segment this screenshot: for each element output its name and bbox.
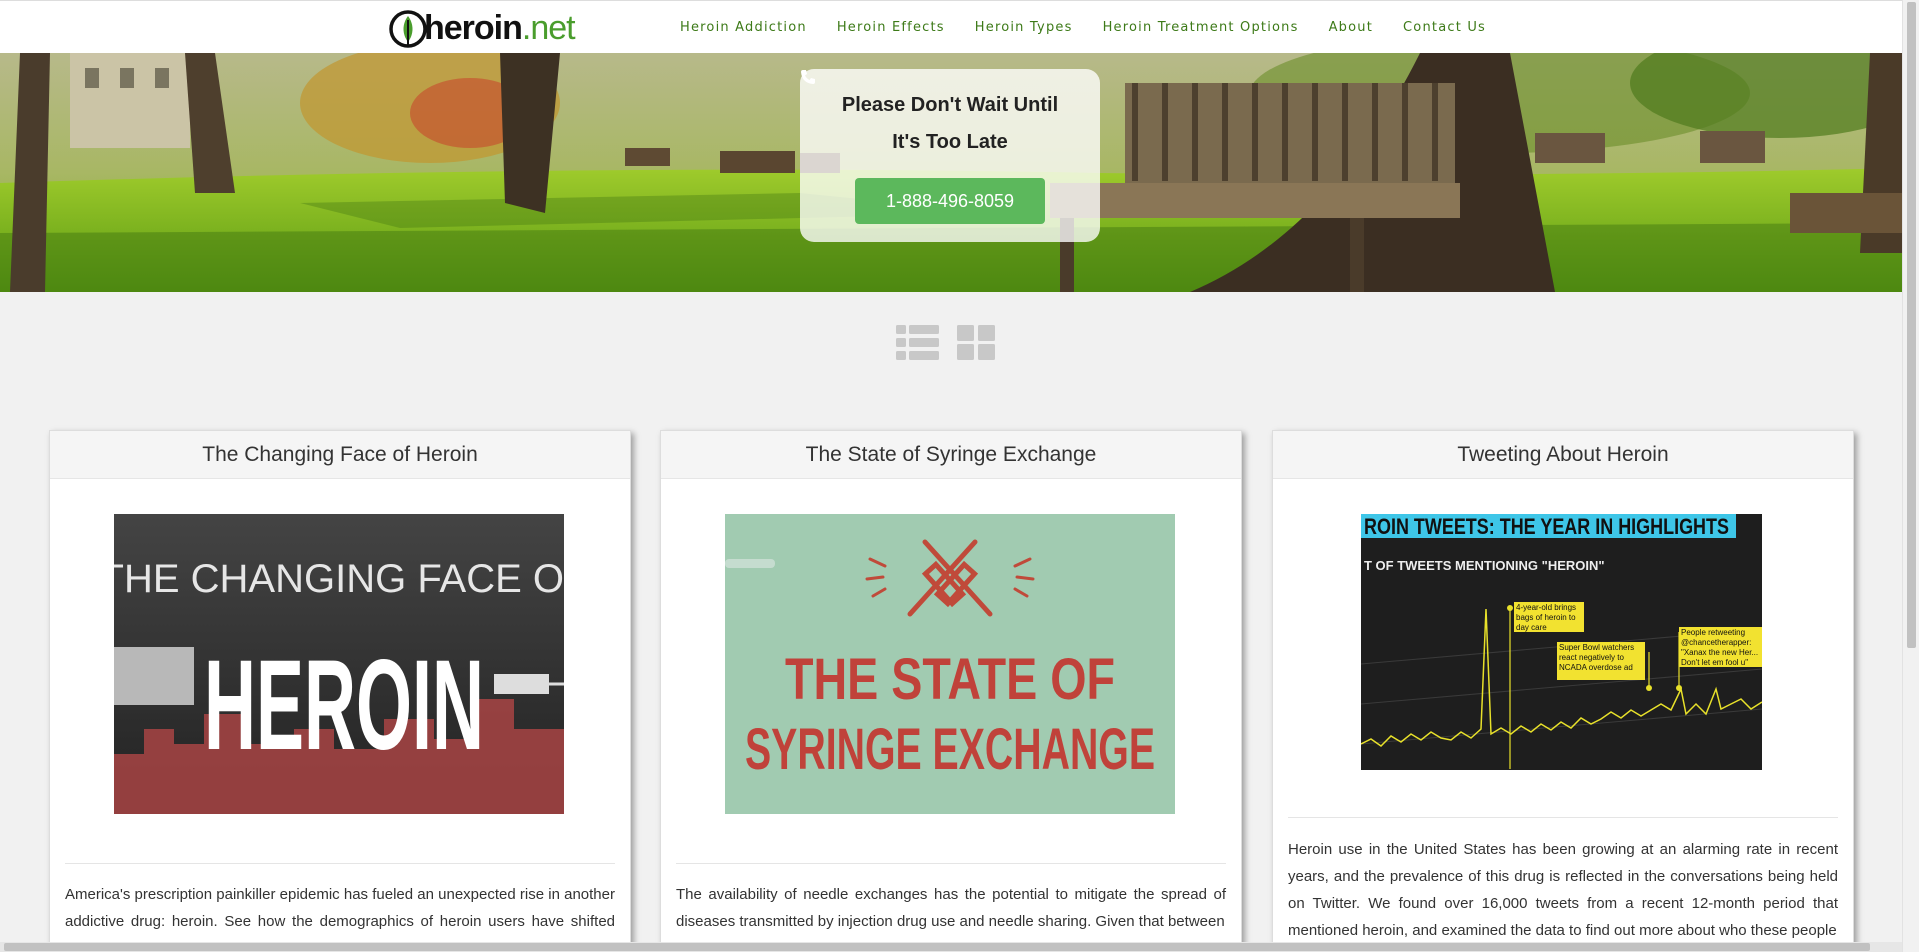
- main-nav: Heroin Addiction Heroin Effects Heroin T…: [665, 1, 1501, 54]
- card-excerpt: The availability of needle exchanges has…: [676, 886, 1226, 930]
- top-navbar: heroin.net Heroin Addiction Heroin Effec…: [0, 0, 1902, 53]
- call-phone-button[interactable]: 1-888-496-8059: [801, 70, 1045, 224]
- cta-box: Please Don't Wait Until It's Too Late 1-…: [800, 69, 1100, 242]
- logo-leaf-icon: [389, 10, 427, 48]
- card-title[interactable]: The State of Syringe Exchange: [661, 431, 1241, 479]
- vertical-scroll-thumb[interactable]: [1907, 2, 1916, 648]
- article-card[interactable]: Tweeting About Heroin ROIN TWEETS: THE Y…: [1272, 430, 1854, 952]
- nav-heroin-treatment-options[interactable]: Heroin Treatment Options: [1103, 20, 1299, 35]
- logo-main: heroin: [424, 8, 523, 47]
- tweeting-heroin-image[interactable]: ROIN TWEETS: THE YEAR IN HIGHLIGHTS T OF…: [1361, 514, 1762, 770]
- syringe-exchange-image[interactable]: THE STATE OF SYRINGE EXCHANGE: [725, 514, 1175, 814]
- list-view-icon: [896, 325, 939, 360]
- horizontal-scroll-thumb[interactable]: [4, 943, 1870, 951]
- image-callout: People retweeting @chancetherapper: "Xan…: [1681, 628, 1759, 666]
- nav-about[interactable]: About: [1329, 20, 1373, 35]
- card-title[interactable]: The Changing Face of Heroin: [50, 431, 630, 479]
- image-title-line1: THE CHANGING FACE OF: [114, 557, 564, 601]
- article-card[interactable]: The State of Syringe Exchange THE STATE …: [660, 430, 1242, 952]
- image-callout: 4-year-old brings bags of heroin to day …: [1516, 603, 1577, 632]
- image-title-line2: SYRINGE EXCHANGE: [745, 717, 1155, 782]
- grid-view-icon: [957, 325, 995, 360]
- grid-view-toggle[interactable]: [957, 323, 1001, 363]
- image-callout: Super Bowl watchers react negatively to …: [1559, 643, 1635, 672]
- phone-icon: [801, 70, 815, 84]
- horizontal-scrollbar[interactable]: [0, 942, 1902, 952]
- changing-face-image[interactable]: THE CHANGING FACE OF HEROIN: [114, 514, 564, 814]
- site-logo[interactable]: heroin.net: [388, 5, 576, 51]
- card-title[interactable]: Tweeting About Heroin: [1273, 431, 1853, 479]
- hero-banner: Please Don't Wait Until It's Too Late 1-…: [0, 53, 1902, 292]
- list-view-toggle[interactable]: [896, 323, 940, 363]
- image-title-line1: THE STATE OF: [785, 647, 1115, 712]
- nav-contact-us[interactable]: Contact Us: [1403, 20, 1486, 35]
- nav-heroin-effects[interactable]: Heroin Effects: [837, 20, 945, 35]
- nav-heroin-addiction[interactable]: Heroin Addiction: [680, 20, 807, 35]
- logo-text: heroin.net: [424, 8, 576, 48]
- phone-number: 1-888-496-8059: [885, 190, 1015, 211]
- image-subtitle: T OF TWEETS MENTIONING "HEROIN": [1364, 558, 1605, 573]
- nav-heroin-types[interactable]: Heroin Types: [975, 20, 1073, 35]
- image-title-line2: HEROIN: [204, 634, 484, 777]
- card-divider: [676, 863, 1226, 864]
- article-card[interactable]: The Changing Face of Heroin THE CHANGING…: [49, 430, 631, 952]
- logo-tld: .net: [521, 8, 576, 47]
- card-divider: [1288, 817, 1838, 818]
- cta-heading-line2: It's Too Late: [892, 131, 1008, 153]
- cta-heading-line1: Please Don't Wait Until: [841, 94, 1059, 116]
- card-divider: [65, 863, 615, 864]
- card-excerpt: Heroin use in the United States has been…: [1288, 841, 1838, 939]
- image-banner: ROIN TWEETS: THE YEAR IN HIGHLIGHTS: [1364, 514, 1729, 539]
- vertical-scrollbar[interactable]: [1902, 0, 1919, 952]
